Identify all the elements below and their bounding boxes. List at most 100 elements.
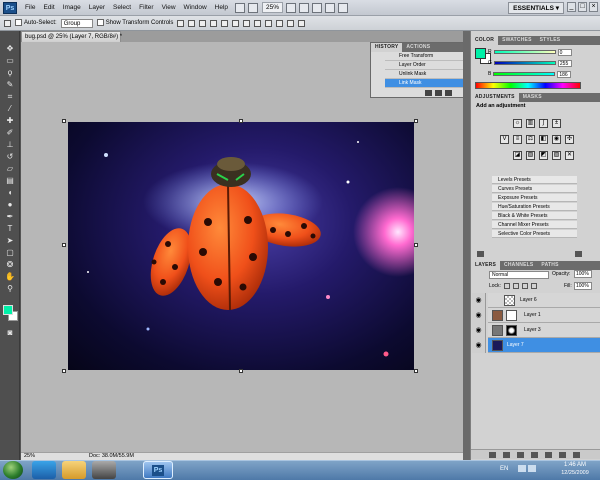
- network-tray-icon[interactable]: [518, 465, 526, 472]
- canvas-artwork[interactable]: [68, 122, 414, 370]
- eraser-tool-icon[interactable]: ▱: [4, 163, 16, 174]
- dodge-tool-icon[interactable]: ●: [4, 199, 16, 210]
- preset-black-white[interactable]: Black & White Presets: [492, 212, 577, 220]
- tab-adjustments[interactable]: ADJUSTMENTS: [471, 93, 519, 102]
- distribute-right-icon[interactable]: [298, 19, 306, 27]
- zoom-tool-icon[interactable]: ⚲: [4, 283, 16, 294]
- channel-mixer-icon[interactable]: ✣: [565, 135, 574, 144]
- distribute-vcenter-icon[interactable]: [254, 19, 262, 27]
- vibrance-icon[interactable]: V: [500, 135, 509, 144]
- visibility-eye-icon[interactable]: ◉: [472, 323, 486, 338]
- threshold-icon[interactable]: ◩: [539, 151, 548, 160]
- clock-date[interactable]: 12/25/2009: [555, 470, 595, 476]
- hand-tool-icon[interactable]: ✋: [4, 271, 16, 282]
- status-doc-size[interactable]: Doc: 38.0M/55.9M: [89, 453, 134, 460]
- move-tool-icon[interactable]: ✥: [4, 43, 16, 54]
- distribute-left-icon[interactable]: [276, 19, 284, 27]
- tab-channels[interactable]: CHANNELS: [500, 261, 537, 270]
- tab-swatches[interactable]: SWATCHES: [498, 36, 536, 45]
- preset-channel-mixer[interactable]: Channel Mixer Presets: [492, 221, 577, 229]
- align-right-icon[interactable]: [232, 19, 240, 27]
- media-player-icon[interactable]: [92, 461, 116, 479]
- preset-curves[interactable]: Curves Presets: [492, 185, 577, 193]
- menu-file[interactable]: File: [21, 0, 39, 16]
- new-group-icon[interactable]: [545, 452, 552, 458]
- maximize-button[interactable]: □: [578, 2, 587, 12]
- blend-mode-select[interactable]: Normal: [489, 271, 549, 279]
- levels-icon[interactable]: ▥: [526, 119, 535, 128]
- new-snapshot-icon[interactable]: [425, 90, 432, 96]
- hand-tool-icon[interactable]: [286, 2, 297, 13]
- language-indicator[interactable]: EN: [500, 466, 508, 472]
- opacity-field[interactable]: 100%: [574, 270, 592, 278]
- transform-handle-bl[interactable]: [62, 369, 66, 373]
- 3d-rotate-tool-icon[interactable]: ❂: [4, 259, 16, 270]
- transform-controls-checkbox[interactable]: [96, 19, 104, 27]
- visibility-eye-icon[interactable]: ◉: [472, 293, 486, 308]
- explorer-folder-icon[interactable]: [62, 461, 86, 479]
- link-layers-icon[interactable]: [489, 452, 496, 458]
- history-state[interactable]: Layer Order: [385, 61, 463, 70]
- trash-icon[interactable]: [445, 90, 452, 96]
- curves-icon[interactable]: ∫: [539, 119, 548, 128]
- visibility-eye-icon[interactable]: ◉: [472, 308, 486, 323]
- document-tab[interactable]: bug.psd @ 25% (Layer 7, RGB/8#) *: [21, 31, 122, 42]
- channel-r-value[interactable]: 0: [557, 48, 572, 56]
- menu-help[interactable]: Help: [211, 0, 232, 16]
- start-button[interactable]: [3, 461, 23, 479]
- zoom-level[interactable]: 25%: [262, 2, 284, 13]
- photoshop-taskbar-button[interactable]: Ps: [143, 461, 173, 479]
- hue-saturation-icon[interactable]: ≡: [513, 135, 522, 144]
- layer-row[interactable]: ◉ Layer 1: [472, 308, 600, 323]
- screen-mode-icon[interactable]: [338, 2, 349, 13]
- auto-select-checkbox[interactable]: [15, 19, 22, 27]
- distribute-hcenter-icon[interactable]: [287, 19, 295, 27]
- gradient-tool-icon[interactable]: ▤: [4, 175, 16, 186]
- history-state-selected[interactable]: Link Mask: [385, 79, 463, 88]
- transform-handle-br[interactable]: [414, 369, 418, 373]
- photo-filter-icon[interactable]: ◉: [552, 135, 561, 144]
- slider-g-track[interactable]: [493, 61, 556, 65]
- fill-field[interactable]: 100%: [574, 282, 592, 290]
- foreground-color-swatch[interactable]: [3, 305, 13, 315]
- rotate-view-icon[interactable]: [312, 2, 323, 13]
- menu-image[interactable]: Image: [59, 0, 85, 16]
- new-layer-icon[interactable]: [559, 452, 566, 458]
- history-state[interactable]: Free Transform: [385, 52, 463, 61]
- layer-style-icon[interactable]: [503, 452, 510, 458]
- volume-tray-icon[interactable]: [528, 465, 536, 472]
- lasso-tool-icon[interactable]: ϙ: [4, 67, 16, 78]
- new-adjustment-icon[interactable]: [531, 452, 538, 458]
- lock-all-icon[interactable]: [531, 283, 537, 289]
- tab-actions[interactable]: ACTIONS: [402, 43, 434, 52]
- color-spectrum-ramp[interactable]: [475, 82, 581, 89]
- align-top-icon[interactable]: [177, 19, 185, 27]
- lock-transparency-icon[interactable]: [504, 283, 510, 289]
- distribute-bottom-icon[interactable]: [265, 19, 273, 27]
- exposure-icon[interactable]: ±: [552, 119, 561, 128]
- lock-pixels-icon[interactable]: [513, 283, 519, 289]
- menu-filter[interactable]: Filter: [135, 0, 157, 16]
- menu-select[interactable]: Select: [109, 0, 135, 16]
- slider-b-track[interactable]: [493, 72, 556, 76]
- path-selection-tool-icon[interactable]: ➤: [4, 235, 16, 246]
- layer-row-selected[interactable]: ◉ Layer 7: [472, 338, 600, 353]
- blur-tool-icon[interactable]: ◖: [4, 187, 16, 198]
- eyedropper-tool-icon[interactable]: ⁄: [4, 103, 16, 114]
- menu-layer[interactable]: Layer: [85, 0, 109, 16]
- distribute-top-icon[interactable]: [243, 19, 251, 27]
- tab-masks[interactable]: MASKS: [519, 93, 546, 102]
- slider-r-track[interactable]: [493, 50, 556, 54]
- arrange-documents-icon[interactable]: [325, 2, 336, 13]
- internet-explorer-icon[interactable]: [32, 461, 56, 479]
- channel-g-value[interactable]: 255: [557, 59, 572, 67]
- menu-view[interactable]: View: [158, 0, 180, 16]
- history-brush-tool-icon[interactable]: ↺: [4, 151, 16, 162]
- color-balance-icon[interactable]: ⚖: [526, 135, 535, 144]
- posterize-icon[interactable]: ▧: [526, 151, 535, 160]
- channel-b-value[interactable]: 186: [557, 70, 572, 78]
- tab-styles[interactable]: STYLES: [536, 36, 565, 45]
- menu-edit[interactable]: Edit: [39, 0, 58, 16]
- return-to-list-icon[interactable]: [477, 251, 484, 257]
- align-bottom-icon[interactable]: [199, 19, 207, 27]
